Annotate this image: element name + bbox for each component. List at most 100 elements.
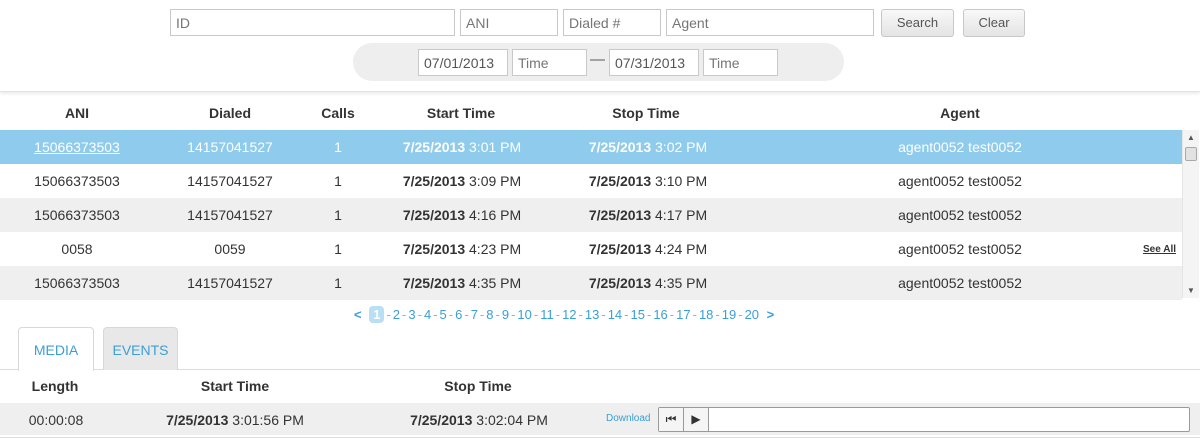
ani-search-input[interactable] bbox=[460, 9, 558, 36]
stop-clock: 4:17 PM bbox=[655, 207, 708, 223]
table-row[interactable]: 15066373503 14157041527 1 7/25/2013 3:01… bbox=[0, 130, 1182, 164]
search-panel: Search Clear — bbox=[0, 0, 1200, 92]
skip-back-icon[interactable]: ⏮ bbox=[659, 408, 684, 431]
start-time-input[interactable] bbox=[512, 49, 587, 76]
page-link-19[interactable]: 19 bbox=[722, 307, 736, 322]
page-separator: - bbox=[417, 307, 422, 322]
cell-ani: 15066373503 bbox=[34, 173, 120, 189]
table-row[interactable]: 15066373503 14157041527 1 7/25/2013 3:09… bbox=[0, 164, 1182, 198]
cell-start-time: 7/25/2013 3:09 PM bbox=[400, 173, 524, 189]
cell-ani: 15066373503 bbox=[34, 275, 120, 291]
end-date-input[interactable] bbox=[609, 49, 699, 76]
column-header-start-time[interactable]: Start Time bbox=[400, 105, 522, 121]
cell-start-time: 7/25/2013 4:35 PM bbox=[400, 275, 524, 291]
column-header-media-start-time[interactable]: Start Time bbox=[185, 378, 285, 394]
media-table-header: Length Start Time Stop Time bbox=[0, 378, 1200, 400]
media-length: 00:00:08 bbox=[28, 412, 84, 428]
clear-button[interactable]: Clear bbox=[963, 9, 1025, 37]
table-scrollbar[interactable]: ▲ ▼ bbox=[1182, 130, 1199, 298]
page-separator: - bbox=[692, 307, 697, 322]
column-header-dialed[interactable]: Dialed bbox=[200, 105, 260, 121]
page-link-11[interactable]: 11 bbox=[540, 307, 554, 322]
page-link-15[interactable]: 15 bbox=[631, 307, 645, 322]
tab-media[interactable]: MEDIA bbox=[18, 327, 94, 371]
page-separator: - bbox=[601, 307, 606, 322]
page-link-6[interactable]: 6 bbox=[455, 307, 462, 322]
cell-calls: 1 bbox=[334, 241, 342, 257]
column-header-stop-time[interactable]: Stop Time bbox=[585, 105, 707, 121]
cell-start-time: 7/25/2013 4:23 PM bbox=[400, 241, 524, 257]
page-separator: - bbox=[624, 307, 629, 322]
page-link-9[interactable]: 9 bbox=[502, 307, 509, 322]
page-link-1[interactable]: 1 bbox=[369, 306, 385, 323]
page-separator: - bbox=[738, 307, 743, 322]
next-page-button[interactable]: > bbox=[763, 307, 779, 322]
stop-clock: 4:35 PM bbox=[655, 275, 708, 291]
detail-tabs: MEDIA EVENTS bbox=[0, 327, 1200, 371]
page-link-3[interactable]: 3 bbox=[408, 307, 415, 322]
media-row[interactable]: 00:00:08 7/25/2013 3:01:56 PM 7/25/2013 … bbox=[0, 403, 1200, 435]
column-header-agent[interactable]: Agent bbox=[910, 105, 1010, 121]
page-separator: - bbox=[511, 307, 516, 322]
media-stop-time: 7/25/2013 3:02:04 PM bbox=[404, 412, 554, 428]
cell-start-time: 7/25/2013 4:16 PM bbox=[400, 207, 524, 223]
cell-ani[interactable]: 15066373503 bbox=[30, 139, 124, 155]
scrollbar-thumb[interactable] bbox=[1185, 147, 1197, 161]
cell-calls: 1 bbox=[334, 173, 342, 189]
start-date: 7/25/2013 bbox=[402, 207, 466, 223]
column-header-length[interactable]: Length bbox=[20, 378, 90, 394]
page-link-12[interactable]: 12 bbox=[562, 307, 576, 322]
media-start-date: 7/25/2013 bbox=[166, 412, 229, 428]
page-link-18[interactable]: 18 bbox=[699, 307, 713, 322]
table-row[interactable]: 15066373503 14157041527 1 7/25/2013 4:35… bbox=[0, 266, 1182, 300]
see-all-link[interactable]: See All bbox=[1143, 244, 1176, 255]
end-time-input[interactable] bbox=[703, 49, 778, 76]
start-clock: 4:35 PM bbox=[469, 275, 522, 291]
page-link-7[interactable]: 7 bbox=[471, 307, 478, 322]
page-separator: - bbox=[495, 307, 500, 322]
media-stop-clock: 3:02:04 PM bbox=[476, 412, 548, 428]
column-header-calls[interactable]: Calls bbox=[313, 105, 363, 121]
cell-stop-time: 7/25/2013 4:17 PM bbox=[586, 207, 710, 223]
search-button[interactable]: Search bbox=[881, 9, 954, 37]
page-link-16[interactable]: 16 bbox=[653, 307, 667, 322]
id-search-input[interactable] bbox=[170, 9, 455, 36]
cell-agent: agent0052 test0052 bbox=[898, 275, 1022, 291]
calls-table-header: ANI Dialed Calls Start Time Stop Time Ag… bbox=[0, 98, 1182, 130]
dialed-search-input[interactable] bbox=[563, 9, 661, 36]
table-row[interactable]: 0058 0059 1 7/25/2013 4:23 PM 7/25/2013 … bbox=[0, 232, 1182, 266]
page-link-14[interactable]: 14 bbox=[608, 307, 622, 322]
page-separator: - bbox=[533, 307, 539, 322]
page-link-20[interactable]: 20 bbox=[745, 307, 759, 322]
page-link-5[interactable]: 5 bbox=[440, 307, 447, 322]
start-date-input[interactable] bbox=[418, 49, 508, 76]
agent-search-input[interactable] bbox=[666, 9, 874, 36]
page-link-17[interactable]: 17 bbox=[676, 307, 690, 322]
cell-dialed: 14157041527 bbox=[187, 173, 273, 189]
stop-clock: 3:02 PM bbox=[655, 139, 708, 155]
download-link[interactable]: Download bbox=[606, 413, 650, 424]
page-link-2[interactable]: 2 bbox=[393, 307, 400, 322]
play-icon[interactable]: ▶ bbox=[684, 408, 709, 431]
scroll-down-icon[interactable]: ▼ bbox=[1187, 286, 1195, 295]
cell-calls: 1 bbox=[334, 139, 342, 155]
page-links: 1-2-3-4-5-6-7-8-9-10-11-12-13-14-15-16-1… bbox=[369, 306, 759, 323]
page-separator: - bbox=[578, 307, 583, 322]
page-link-10[interactable]: 10 bbox=[517, 307, 531, 322]
prev-page-button[interactable]: < bbox=[350, 307, 366, 322]
scroll-up-icon[interactable]: ▲ bbox=[1187, 133, 1195, 142]
tab-events[interactable]: EVENTS bbox=[103, 327, 178, 370]
page-separator: - bbox=[669, 307, 675, 322]
column-header-media-stop-time[interactable]: Stop Time bbox=[428, 378, 528, 394]
page-link-13[interactable]: 13 bbox=[585, 307, 599, 322]
page-link-8[interactable]: 8 bbox=[486, 307, 493, 322]
cell-dialed: 14157041527 bbox=[187, 275, 273, 291]
start-clock: 3:01 PM bbox=[469, 139, 522, 155]
stop-date: 7/25/2013 bbox=[588, 139, 652, 155]
table-row[interactable]: 15066373503 14157041527 1 7/25/2013 4:16… bbox=[0, 198, 1182, 232]
cell-stop-time: 7/25/2013 4:35 PM bbox=[586, 275, 710, 291]
audio-player[interactable]: ⏮ ▶ bbox=[658, 407, 1190, 432]
column-header-ani[interactable]: ANI bbox=[60, 105, 94, 121]
page-separator: - bbox=[433, 307, 438, 322]
page-link-4[interactable]: 4 bbox=[424, 307, 431, 322]
